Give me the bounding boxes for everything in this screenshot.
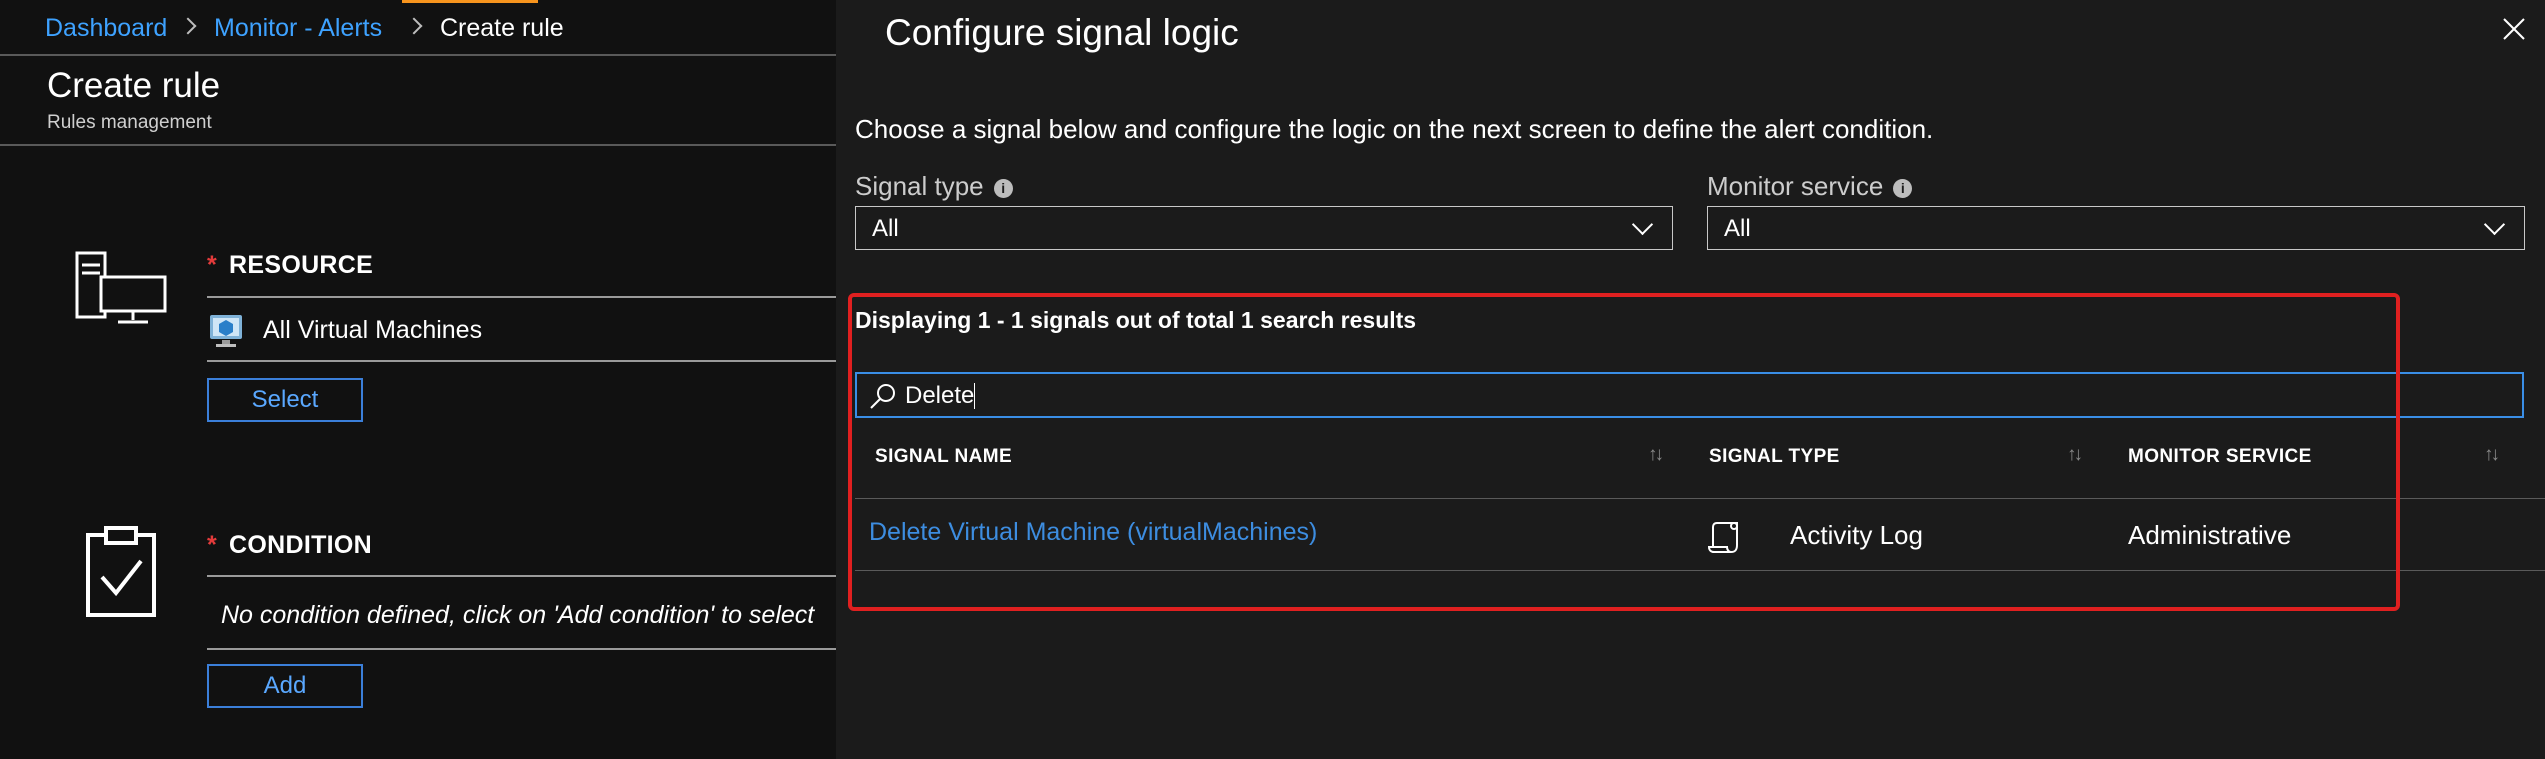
create-rule-blade: Dashboard Monitor - Alerts Create rule C… bbox=[0, 0, 836, 759]
required-marker: * bbox=[207, 531, 218, 559]
info-icon[interactable]: i bbox=[1893, 179, 1913, 198]
divider bbox=[207, 296, 836, 298]
breadcrumb-monitor-alerts[interactable]: Monitor - Alerts bbox=[214, 14, 382, 43]
resource-label: * RESOURCE bbox=[207, 251, 374, 279]
chevron-right-icon bbox=[179, 17, 197, 35]
sort-icon[interactable]: ↑↓ bbox=[2484, 444, 2500, 466]
blade-title: Configure signal logic bbox=[885, 12, 1239, 53]
breadcrumb-create-rule: Create rule bbox=[440, 14, 564, 42]
computer-network-icon bbox=[75, 251, 167, 324]
monitor-service-dropdown[interactable]: All bbox=[1707, 206, 2525, 250]
condition-placeholder: No condition defined, click on 'Add cond… bbox=[221, 601, 815, 629]
divider bbox=[0, 54, 836, 56]
divider bbox=[207, 575, 836, 577]
add-condition-button[interactable]: Add bbox=[207, 664, 363, 708]
chevron-right-icon bbox=[405, 17, 423, 35]
condition-label: * CONDITION bbox=[207, 531, 373, 559]
close-icon[interactable] bbox=[2503, 18, 2525, 40]
monitor-service-value: All bbox=[1724, 215, 1751, 242]
signal-type-dropdown[interactable]: All bbox=[855, 206, 1673, 250]
clipboard-check-icon bbox=[86, 526, 156, 617]
chevron-down-icon bbox=[2483, 213, 2506, 236]
required-marker: * bbox=[207, 251, 218, 279]
chevron-down-icon bbox=[1631, 213, 1654, 236]
info-icon[interactable]: i bbox=[993, 179, 1013, 198]
divider bbox=[207, 648, 836, 650]
breadcrumb-dashboard[interactable]: Dashboard bbox=[45, 14, 167, 43]
select-resource-button[interactable]: Select bbox=[207, 378, 363, 422]
divider bbox=[207, 360, 836, 362]
instruction-text: Choose a signal below and configure the … bbox=[855, 114, 1934, 144]
signal-type-value: All bbox=[872, 215, 899, 242]
highlight-annotation-box bbox=[848, 293, 2400, 611]
divider bbox=[0, 144, 836, 146]
page-title: Create rule bbox=[47, 66, 221, 105]
page-subtitle: Rules management bbox=[47, 112, 212, 133]
active-tab-accent bbox=[402, 0, 538, 3]
virtual-machine-icon bbox=[210, 315, 242, 347]
signal-type-label: Signal type i bbox=[855, 171, 1013, 202]
resource-value: All Virtual Machines bbox=[263, 316, 483, 344]
monitor-service-label: Monitor service i bbox=[1707, 171, 1913, 202]
